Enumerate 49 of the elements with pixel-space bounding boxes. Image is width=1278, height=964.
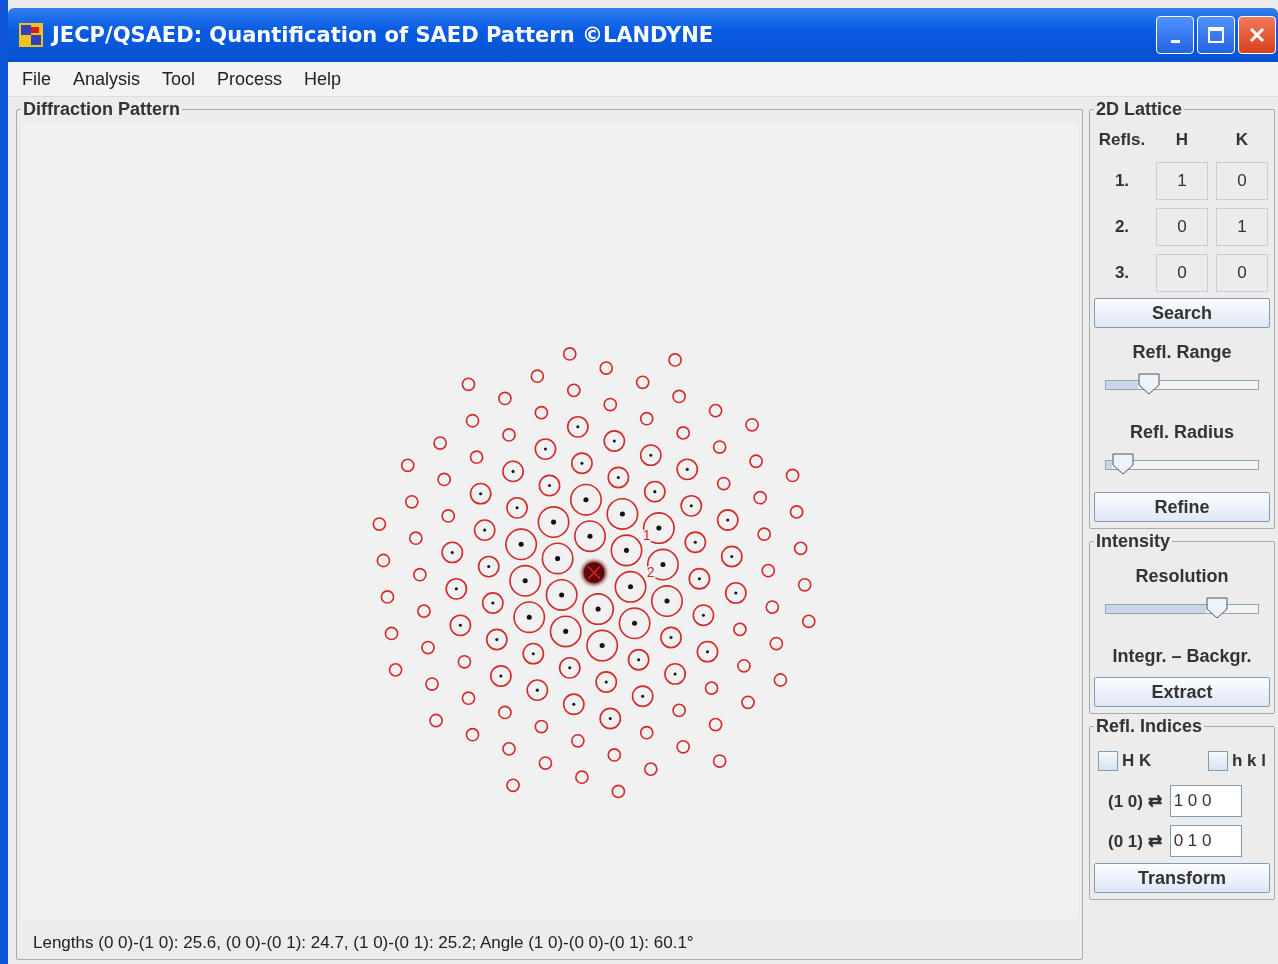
index-field[interactable]: 0 bbox=[1156, 254, 1208, 292]
maximize-button[interactable] bbox=[1197, 16, 1235, 54]
index-field[interactable]: 0 bbox=[1216, 254, 1268, 292]
slider-label: Refl. Range bbox=[1131, 341, 1233, 364]
extract-button[interactable]: Extract bbox=[1094, 677, 1270, 707]
column-header: K bbox=[1235, 129, 1249, 151]
close-button[interactable] bbox=[1238, 16, 1276, 54]
panel-title: Diffraction Pattern bbox=[22, 99, 182, 120]
menu-item[interactable]: Analysis bbox=[73, 68, 141, 90]
panel-title: 2D Lattice bbox=[1095, 99, 1184, 120]
mapping-label: (1 0) ⇄ bbox=[1108, 790, 1162, 812]
menu-item[interactable]: Help bbox=[304, 68, 342, 90]
checkbox-option[interactable]: H K bbox=[1098, 751, 1152, 771]
index-field[interactable]: 0 bbox=[1156, 208, 1208, 246]
slider-fill bbox=[1106, 381, 1138, 389]
menu-item[interactable]: Process bbox=[217, 68, 283, 90]
index-field[interactable]: 1 bbox=[1216, 208, 1268, 246]
panel-title: Refl. Indices bbox=[1095, 716, 1204, 737]
slider-thumb[interactable] bbox=[1137, 373, 1160, 395]
window-title: JECP/QSAED: Quantification of SAED Pattern ©LANDYNE bbox=[52, 23, 714, 47]
index-input[interactable]: 1 0 0 bbox=[1169, 785, 1242, 817]
index-field[interactable]: 0 bbox=[1216, 162, 1268, 200]
menu-item[interactable]: File bbox=[22, 68, 51, 90]
checkbox-option[interactable]: h k l bbox=[1208, 751, 1266, 771]
minimize-button[interactable] bbox=[1156, 16, 1194, 54]
search-button[interactable]: Search bbox=[1094, 298, 1270, 328]
menu-item[interactable]: Tool bbox=[162, 68, 196, 90]
row-label: 1. bbox=[1114, 171, 1130, 191]
minimize-icon bbox=[1170, 39, 1180, 43]
index-input[interactable]: 0 1 0 bbox=[1169, 825, 1242, 857]
slider-label: Refl. Radius bbox=[1129, 421, 1235, 444]
refine-button[interactable]: Refine bbox=[1094, 492, 1270, 522]
transform-button[interactable]: Transform bbox=[1094, 863, 1270, 893]
status-text: Lengths (0 0)-(1 0): 25.6, (0 0)-(0 1): 24.7, (1 0)-(0 1): 25.2; Angle (1 0)-(0 0)-(0 1): 60.1° bbox=[32, 932, 695, 954]
slider-fill bbox=[1106, 461, 1112, 469]
close-icon bbox=[1247, 25, 1267, 45]
column-header: Refls. bbox=[1098, 129, 1146, 151]
panel-title: Intensity bbox=[1095, 531, 1171, 552]
mode-label: Integr. – Backgr. bbox=[1111, 645, 1253, 668]
slider-thumb[interactable] bbox=[1111, 453, 1134, 475]
mapping-label: (0 1) ⇄ bbox=[1108, 830, 1162, 852]
slider-label: Resolution bbox=[1134, 565, 1230, 588]
row-label: 2. bbox=[1114, 217, 1130, 237]
maximize-icon bbox=[1206, 25, 1226, 45]
column-header: H bbox=[1175, 129, 1189, 151]
slider-thumb[interactable] bbox=[1205, 597, 1228, 619]
index-field[interactable]: 1 bbox=[1156, 162, 1208, 200]
row-label: 3. bbox=[1114, 263, 1130, 283]
app-icon bbox=[18, 22, 44, 48]
